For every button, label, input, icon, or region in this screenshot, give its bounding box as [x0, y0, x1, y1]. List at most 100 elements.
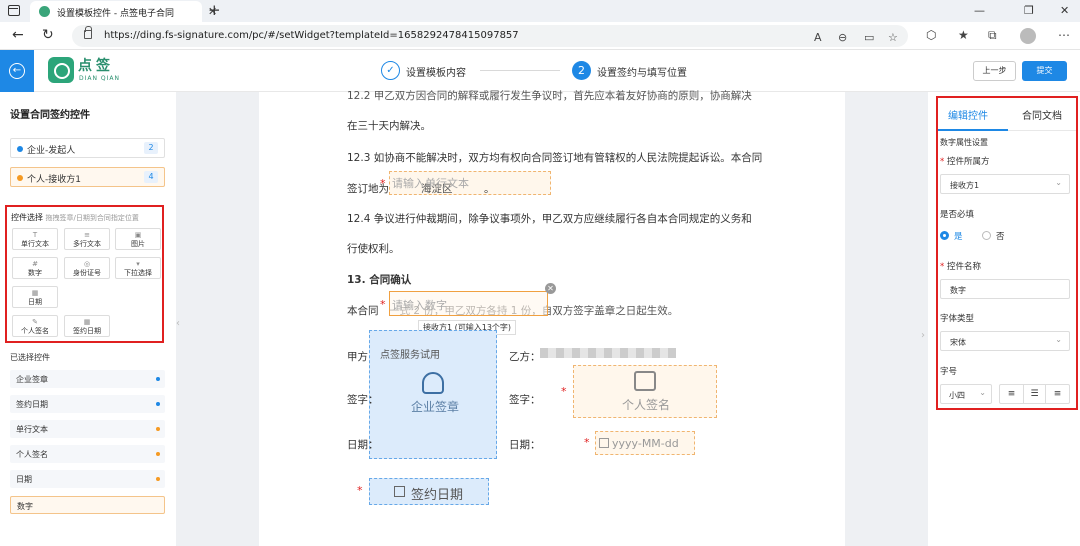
favorites-icon[interactable]: ★ — [958, 28, 969, 42]
maximize-icon[interactable]: ❐ — [1024, 4, 1034, 17]
control-id-number[interactable]: ◎ 身份证号 — [64, 257, 110, 279]
control-picker-header: 控件选择 拖拽签章/日期到合同指定位置 — [11, 212, 139, 223]
left-panel-title: 设置合同签约控件 — [10, 110, 90, 121]
selected-label: 签约日期 — [16, 400, 48, 409]
control-single-text[interactable]: T 单行文本 — [12, 228, 58, 250]
sign-date-label: 签约日期 — [411, 488, 464, 503]
align-left-icon[interactable]: ≡ — [1000, 385, 1023, 403]
window-icon[interactable] — [8, 5, 20, 16]
control-image[interactable]: ▣ 图片 — [115, 228, 161, 250]
tab-contract-doc[interactable]: 合同文档 — [1022, 107, 1062, 122]
reload-icon[interactable]: ↻ — [42, 27, 54, 43]
control-label: 数字 — [28, 269, 42, 277]
font-size-label: 字号 — [940, 367, 958, 377]
control-sign-date[interactable]: ▦ 签约日期 — [64, 315, 110, 337]
required-star: * — [357, 484, 363, 497]
owner-select[interactable]: 接收方1 ⌄ — [940, 174, 1070, 194]
chevron-down-icon: ⌄ — [1055, 178, 1062, 187]
personal-sign-field[interactable]: 个人签名 — [573, 365, 717, 418]
selected-item[interactable]: 日期 — [10, 470, 165, 488]
sign-b-label: 签字： — [509, 394, 541, 406]
back-button[interactable]: ← — [0, 50, 34, 92]
font-size-select[interactable]: 小四 ⌄ — [940, 384, 992, 404]
date-a-label: 日期： — [347, 439, 379, 451]
back-arrow-icon[interactable]: ← — [12, 27, 24, 43]
browser-tabbar: 设置模板控件 - 点签电子合同 ✕ + — ❐ ✕ — [0, 0, 1080, 22]
collections-icon[interactable]: ⧉ — [988, 28, 997, 43]
selected-dot — [156, 377, 160, 381]
calendar-icon — [599, 438, 609, 448]
calendar-icon: ▦ — [83, 318, 91, 326]
profile-avatar[interactable] — [1020, 28, 1036, 44]
enterprise-seal-field[interactable]: 点签服务试用 企业签章 — [369, 330, 497, 459]
close-window-icon[interactable]: ✕ — [1060, 4, 1069, 17]
sign-a-label: 签字： — [347, 394, 379, 406]
selected-item[interactable]: 单行文本 — [10, 420, 165, 438]
owner-label: * 控件所属方 — [940, 157, 990, 167]
required-star: * — [380, 177, 386, 190]
collapse-left-icon[interactable]: ‹ — [176, 318, 185, 358]
control-label: 个人签名 — [21, 327, 49, 335]
required-label: 是否必填 — [940, 210, 975, 220]
radio-no-label: 否 — [996, 232, 1005, 242]
url-bar[interactable]: https://ding.fs-signature.com/pc/#/setWi… — [72, 25, 908, 47]
read-aloud-icon[interactable]: A — [814, 31, 822, 44]
selected-dot — [156, 452, 160, 456]
selected-item[interactable]: 签约日期 — [10, 395, 165, 413]
date-field[interactable]: yyyy-MM-dd — [595, 431, 695, 455]
submit-button[interactable]: 提交 — [1022, 61, 1067, 81]
required-star: * — [584, 436, 590, 449]
url-text[interactable]: https://ding.fs-signature.com/pc/#/setWi… — [104, 30, 519, 41]
control-name-value: 数字 — [950, 286, 966, 295]
zoom-icon[interactable]: ⊖ — [838, 31, 847, 44]
browser-tab[interactable]: 设置模板控件 - 点签电子合同 ✕ — [30, 1, 217, 22]
more-menu-icon[interactable]: ⋯ — [1058, 28, 1070, 42]
control-label: 日期 — [28, 298, 42, 306]
radio-yes-label: 是 — [954, 232, 963, 242]
align-center-icon[interactable]: ☰ — [1023, 385, 1046, 403]
extensions-icon[interactable]: ⬡ — [926, 28, 936, 42]
radio-yes[interactable] — [940, 231, 949, 240]
new-tab-icon[interactable]: + — [208, 1, 221, 19]
collapse-right-icon[interactable]: › — [921, 330, 925, 341]
seal-icon — [422, 372, 444, 394]
id-icon: ◎ — [83, 260, 91, 268]
doc-section-title: 13. 合同确认 — [347, 274, 412, 286]
selected-item-active[interactable]: 数字 — [10, 496, 165, 514]
control-personal-sign[interactable]: ✎ 个人签名 — [12, 315, 58, 337]
signer-name: 个人-接收方1 — [27, 175, 81, 185]
radio-no[interactable] — [982, 231, 991, 240]
minimize-icon[interactable]: — — [974, 4, 985, 17]
remove-field-icon[interactable]: ✕ — [545, 283, 556, 294]
logo-name: 点签 — [78, 58, 114, 74]
sign-date-field[interactable]: 签约日期 — [369, 478, 489, 505]
step-divider — [480, 70, 560, 71]
control-dropdown[interactable]: ▾ 下拉选择 — [115, 257, 161, 279]
control-date[interactable]: ▦ 日期 — [12, 286, 58, 308]
control-picker: 控件选择 拖拽签章/日期到合同指定位置 T 单行文本 ≡ 多行文本 ▣ 图片 #… — [5, 205, 164, 343]
signer-count: 2 — [144, 142, 158, 154]
selected-controls-title: 已选择控件 — [10, 353, 50, 362]
number-icon: # — [32, 260, 38, 268]
favorite-icon[interactable]: ☆ — [888, 31, 898, 44]
font-type-select[interactable]: 宋体 ⌄ — [940, 331, 1070, 351]
signer-enterprise[interactable]: 企业-发起人 2 — [10, 138, 165, 158]
doc-line: 12.2 甲乙双方因合同的解释或履行发生争议时，首先应本着友好协商的原则，协商解… — [347, 90, 752, 102]
selected-item[interactable]: 企业签章 — [10, 370, 165, 388]
control-name-input[interactable]: 数字 — [940, 279, 1070, 299]
control-number[interactable]: # 数字 — [12, 257, 58, 279]
calendar-icon: ▦ — [31, 289, 39, 297]
prev-step-button[interactable]: 上一步 — [973, 61, 1016, 81]
control-label: 身份证号 — [73, 269, 101, 277]
selected-item[interactable]: 个人签名 — [10, 445, 165, 463]
control-label: 签约日期 — [73, 327, 101, 335]
tab-edit-control[interactable]: 编辑控件 — [948, 107, 988, 122]
control-multi-text[interactable]: ≡ 多行文本 — [64, 228, 110, 250]
align-right-icon[interactable]: ≡ — [1046, 385, 1069, 403]
doc-line: 。 — [484, 183, 495, 195]
reader-icon[interactable]: ▭ — [864, 31, 874, 44]
chevron-down-icon: ⌄ — [979, 388, 986, 397]
lock-icon[interactable] — [84, 26, 92, 39]
redacted-text — [540, 348, 676, 358]
signer-personal[interactable]: 个人-接收方1 4 — [10, 167, 165, 187]
